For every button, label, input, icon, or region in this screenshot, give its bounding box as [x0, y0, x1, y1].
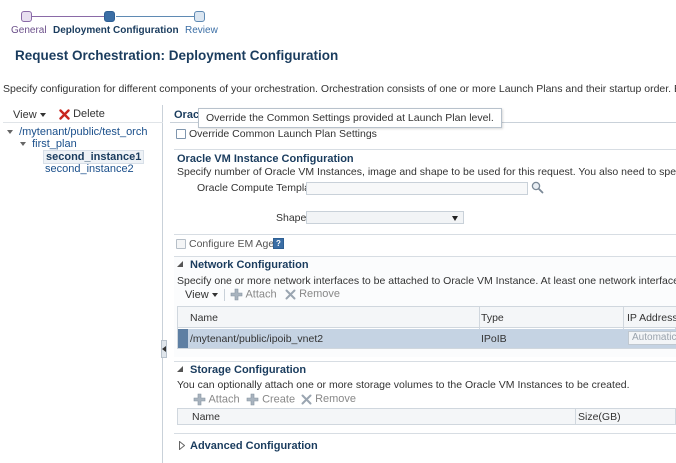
attach-label: Attach — [208, 393, 240, 406]
table-row[interactable]: /mytenant/public/ipoib_vnet2 IPoIB Autom… — [178, 329, 676, 348]
network-attach-button[interactable]: Attach — [230, 288, 277, 301]
network-section-description: Specify one or more network interfaces t… — [177, 275, 676, 287]
tree-node-label: /mytenant/public/test_orch — [19, 126, 148, 138]
remove-label: Remove — [299, 288, 341, 300]
shape-select[interactable] — [306, 211, 464, 224]
attach-label: Attach — [245, 288, 277, 301]
ip-address-input[interactable]: Automatic — [628, 331, 676, 345]
search-icon[interactable] — [531, 181, 544, 194]
train-step-general-icon[interactable] — [21, 11, 32, 22]
delete-x-icon — [59, 108, 70, 120]
storage-create-button[interactable]: Create — [246, 393, 295, 406]
tree-node-second-instance1[interactable]: second_instance1 — [43, 150, 145, 164]
train-connector-2 — [116, 16, 195, 17]
column-header-type[interactable]: Type — [481, 312, 504, 324]
tree-view-menu[interactable]: View — [13, 109, 46, 121]
column-header-ip-address[interactable]: IP Address — [627, 312, 676, 324]
header-divider — [575, 409, 576, 425]
storage-section-title[interactable]: Storage Configuration — [190, 364, 306, 376]
em-agent-label: Configure EM Agent — [189, 238, 283, 250]
train-step-review-icon[interactable] — [194, 11, 205, 22]
tooltip-text: Override the Common Settings provided at… — [206, 112, 494, 124]
tree-node-label: second_instance2 — [45, 163, 134, 175]
collapse-triangle-icon[interactable] — [177, 261, 184, 268]
remove-x-icon — [285, 289, 296, 300]
override-label: Override Common Launch Plan Settings — [189, 128, 377, 140]
tree-node-label: second_instance1 — [46, 151, 142, 163]
tree-node-second-instance2[interactable]: second_instance2 — [45, 163, 134, 175]
splitter-handle[interactable] — [161, 340, 167, 358]
vm-section-description: Specify number of Oracle VM Instances, i… — [177, 166, 676, 178]
dropdown-arrow-icon — [452, 216, 458, 221]
shape-label: Shape — [276, 212, 307, 224]
network-table-header — [178, 307, 676, 328]
override-checkbox[interactable] — [176, 129, 186, 139]
collapse-triangle-icon[interactable] — [177, 366, 184, 373]
delete-label: Delete — [73, 108, 105, 120]
network-section-title[interactable]: Network Configuration — [190, 259, 309, 271]
page-description: Specify configuration for different comp… — [3, 83, 676, 95]
detail-panel: Oracl Override the Common Settings provi… — [170, 105, 676, 463]
help-icon[interactable]: ? — [273, 238, 284, 249]
template-label: Oracle Compute Template — [197, 182, 319, 194]
row-type-cell: IPoIB — [481, 333, 507, 345]
train-step-review[interactable]: Review — [185, 25, 218, 36]
storage-attach-button[interactable]: Attach — [193, 393, 240, 406]
storage-column-header-name[interactable]: Name — [192, 411, 220, 423]
network-remove-button[interactable]: Remove — [285, 288, 340, 300]
row-name-cell: /mytenant/public/ipoib_vnet2 — [190, 333, 324, 345]
page-title: Request Orchestration: Deployment Config… — [15, 48, 339, 63]
storage-section-description: You can optionally attach one or more st… — [177, 379, 630, 391]
delete-button[interactable]: Delete — [59, 108, 105, 120]
tree-node-first-plan[interactable]: first_plan — [20, 138, 77, 150]
remove-x-icon — [301, 394, 312, 405]
chevron-down-icon — [39, 113, 46, 118]
advanced-section-title[interactable]: Advanced Configuration — [190, 440, 318, 452]
train-connector-1 — [32, 16, 104, 17]
tree-toolbar: View Delete — [3, 105, 163, 123]
create-icon — [246, 393, 259, 406]
train-step-general[interactable]: General — [11, 25, 47, 36]
network-table: Name Type IP Address /mytenant/public/ip… — [177, 306, 676, 349]
em-agent-separator — [174, 234, 676, 235]
tree-panel: View Delete /mytenant/public/test_orch f… — [3, 105, 163, 463]
create-label: Create — [262, 393, 296, 406]
expand-triangle-icon[interactable] — [179, 441, 185, 450]
remove-label: Remove — [315, 393, 357, 405]
ip-address-value: Automatic — [632, 332, 676, 343]
storage-table-header: Name Size(GB) — [177, 408, 676, 425]
attach-icon — [230, 288, 243, 301]
tree-view-label: View — [13, 109, 37, 121]
tooltip: Override the Common Settings provided at… — [198, 108, 502, 128]
toolbar-divider — [224, 289, 225, 301]
train-step-deployment[interactable]: Deployment Configuration — [53, 25, 179, 36]
expanded-triangle-icon[interactable] — [7, 130, 13, 135]
row-selector[interactable] — [178, 329, 188, 348]
template-input[interactable] — [306, 182, 528, 195]
chevron-down-icon — [211, 293, 218, 298]
tree-node-root[interactable]: /mytenant/public/test_orch — [7, 126, 147, 138]
network-view-label: View — [185, 289, 209, 301]
help-glyph: ? — [276, 239, 281, 248]
vm-section-title: Oracle VM Instance Configuration — [177, 153, 354, 165]
train-step-deployment-icon[interactable] — [104, 11, 115, 22]
storage-remove-button[interactable]: Remove — [301, 393, 356, 405]
em-agent-checkbox[interactable] — [176, 239, 186, 249]
collapse-left-icon — [162, 346, 166, 352]
column-header-name[interactable]: Name — [190, 312, 218, 324]
network-view-menu[interactable]: View — [185, 289, 218, 301]
tree-node-label: first_plan — [32, 138, 77, 150]
expanded-triangle-icon[interactable] — [20, 142, 26, 147]
attach-icon — [193, 393, 206, 406]
storage-column-header-size[interactable]: Size(GB) — [578, 411, 621, 423]
